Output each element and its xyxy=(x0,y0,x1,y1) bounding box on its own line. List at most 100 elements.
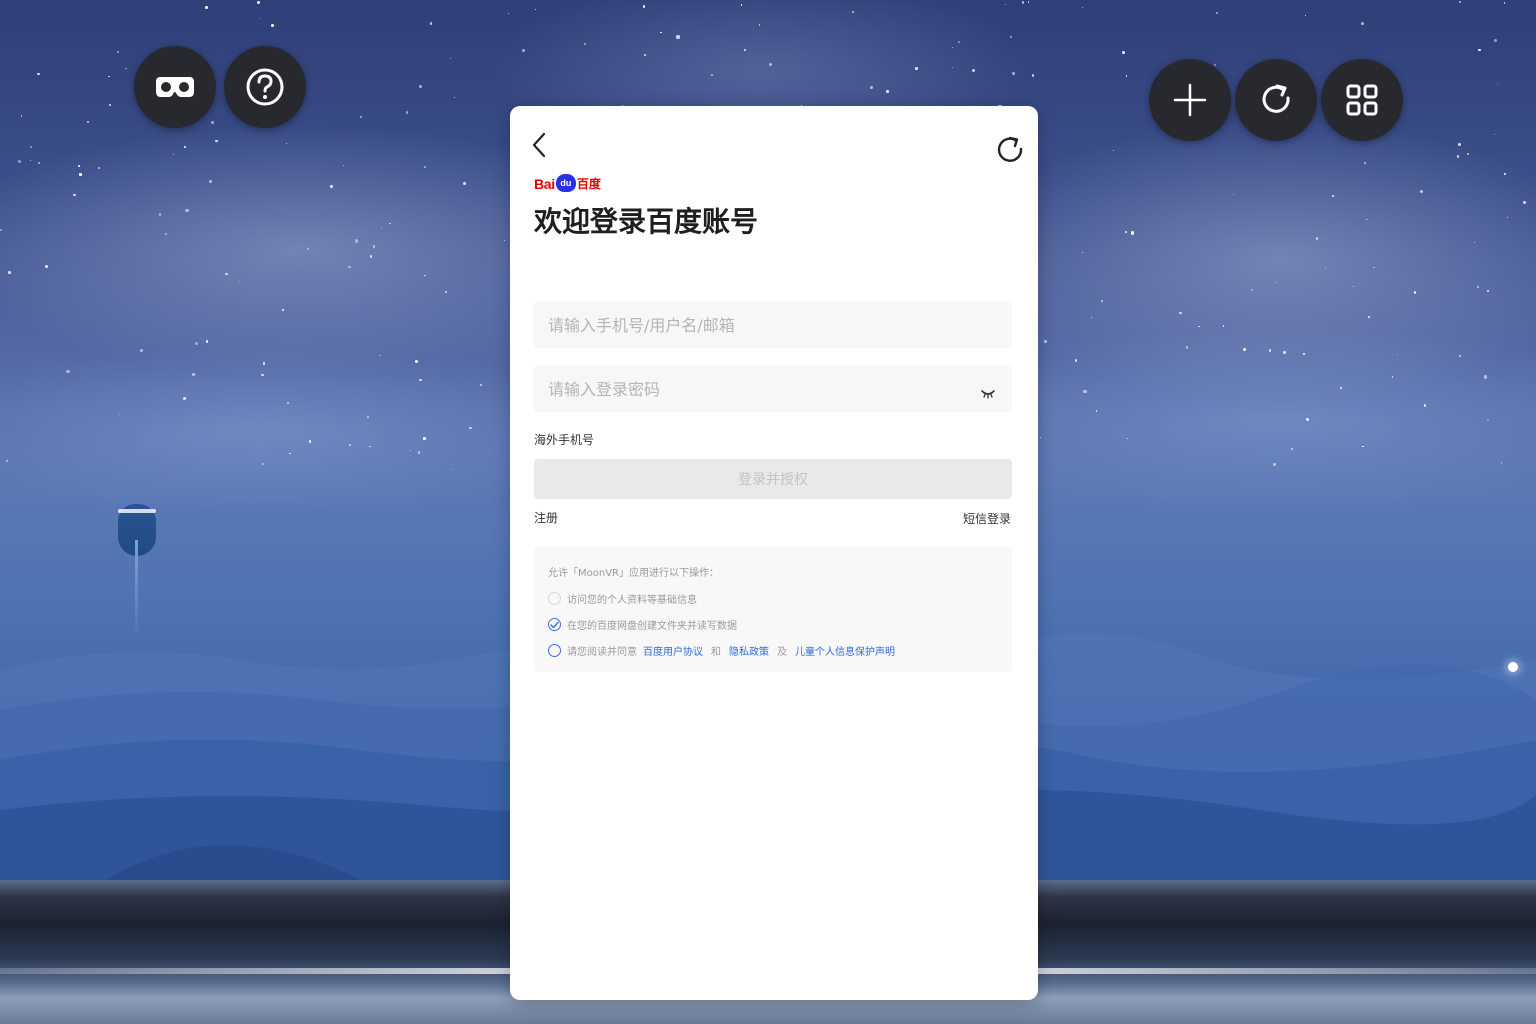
user-agreement-link[interactable]: 百度用户协议 xyxy=(643,643,703,658)
agreement-and: 和 xyxy=(711,647,721,658)
star xyxy=(453,96,455,98)
star xyxy=(503,239,505,242)
reload-icon xyxy=(994,136,1026,170)
star xyxy=(851,11,854,14)
star xyxy=(349,444,352,446)
checkmark-icon xyxy=(550,621,559,628)
star xyxy=(1125,75,1127,77)
reload-button[interactable] xyxy=(994,134,1026,166)
logo-du: du xyxy=(560,178,572,188)
star xyxy=(1215,11,1219,14)
paw-logo-icon: du xyxy=(555,174,576,192)
star xyxy=(7,271,11,275)
star xyxy=(117,51,119,53)
star xyxy=(1232,193,1235,195)
star xyxy=(45,264,48,268)
help-button[interactable] xyxy=(224,46,306,128)
star xyxy=(372,245,376,248)
add-button[interactable] xyxy=(1149,59,1231,141)
distant-light xyxy=(1508,662,1518,672)
star xyxy=(1473,241,1475,243)
star xyxy=(366,415,369,418)
star xyxy=(1459,0,1461,3)
star xyxy=(1214,64,1216,66)
star xyxy=(379,354,381,356)
star xyxy=(1021,1,1024,4)
star xyxy=(185,208,189,213)
star xyxy=(642,5,646,8)
star xyxy=(139,349,143,352)
vr-mode-button[interactable] xyxy=(134,46,216,128)
star xyxy=(108,75,110,78)
star xyxy=(330,184,334,188)
star xyxy=(768,62,773,66)
star xyxy=(109,104,111,106)
star xyxy=(20,115,22,117)
star xyxy=(1361,22,1364,25)
star xyxy=(676,35,680,39)
star xyxy=(1305,14,1307,16)
agreement-also: 及 xyxy=(777,647,787,658)
lamp-ring xyxy=(118,509,156,513)
star xyxy=(1467,152,1470,155)
star xyxy=(262,361,266,365)
authorization-box: 允许「MoonVR」应用进行以下操作： 访问您的个人资料等基础信息 在您的百度网… xyxy=(534,546,1012,672)
plus-icon xyxy=(1172,82,1208,118)
star xyxy=(208,180,212,184)
star xyxy=(951,66,953,69)
star xyxy=(951,46,953,48)
star xyxy=(1044,339,1048,343)
star xyxy=(307,248,310,250)
star xyxy=(424,165,426,168)
star xyxy=(1083,389,1087,394)
star xyxy=(1483,375,1487,379)
login-authorize-button[interactable]: 登录并授权 xyxy=(534,459,1012,499)
password-visibility-toggle[interactable] xyxy=(980,384,996,399)
agreement-checkbox[interactable] xyxy=(548,644,561,657)
agreement-row: 请您阅读并同意 百度用户协议 和 隐私政策 及 儿童个人信息保护声明 xyxy=(548,643,901,658)
star xyxy=(1268,349,1272,352)
star xyxy=(29,145,33,149)
star xyxy=(583,42,587,45)
privacy-policy-link[interactable]: 隐私政策 xyxy=(729,643,769,658)
permission-checkbox[interactable] xyxy=(548,592,561,605)
star xyxy=(1122,51,1125,54)
star xyxy=(423,437,426,440)
star xyxy=(17,159,21,163)
star xyxy=(1272,462,1276,466)
star xyxy=(282,309,285,311)
star xyxy=(1179,311,1182,314)
star xyxy=(205,340,209,343)
star xyxy=(469,426,472,430)
sms-login-link[interactable]: 短信登录 xyxy=(963,510,1011,527)
star xyxy=(1222,325,1224,327)
star xyxy=(1458,142,1462,146)
overseas-phone-link[interactable]: 海外手机号 xyxy=(534,431,594,448)
star xyxy=(710,73,713,76)
permission-checkbox[interactable] xyxy=(548,618,561,631)
back-button[interactable] xyxy=(528,130,552,160)
star xyxy=(418,84,422,88)
star xyxy=(1242,347,1246,351)
star xyxy=(1477,286,1479,289)
refresh-icon xyxy=(1258,82,1294,118)
star xyxy=(1459,355,1461,357)
star xyxy=(417,451,420,454)
star xyxy=(270,23,274,27)
star xyxy=(1101,300,1103,303)
refresh-button[interactable] xyxy=(1235,59,1317,141)
star xyxy=(1340,387,1342,389)
star xyxy=(1011,72,1015,76)
star xyxy=(1364,161,1367,164)
vr-goggles-icon xyxy=(154,73,196,101)
child-privacy-link[interactable]: 儿童个人信息保护声明 xyxy=(795,643,895,658)
username-input[interactable] xyxy=(534,302,1012,348)
help-circle-icon xyxy=(244,66,286,108)
apps-grid-button[interactable] xyxy=(1321,59,1403,141)
grid-icon xyxy=(1344,82,1380,118)
password-input[interactable] xyxy=(534,366,1012,412)
register-link[interactable]: 注册 xyxy=(534,509,558,526)
star xyxy=(348,265,351,269)
star xyxy=(389,222,391,225)
star xyxy=(660,31,662,33)
